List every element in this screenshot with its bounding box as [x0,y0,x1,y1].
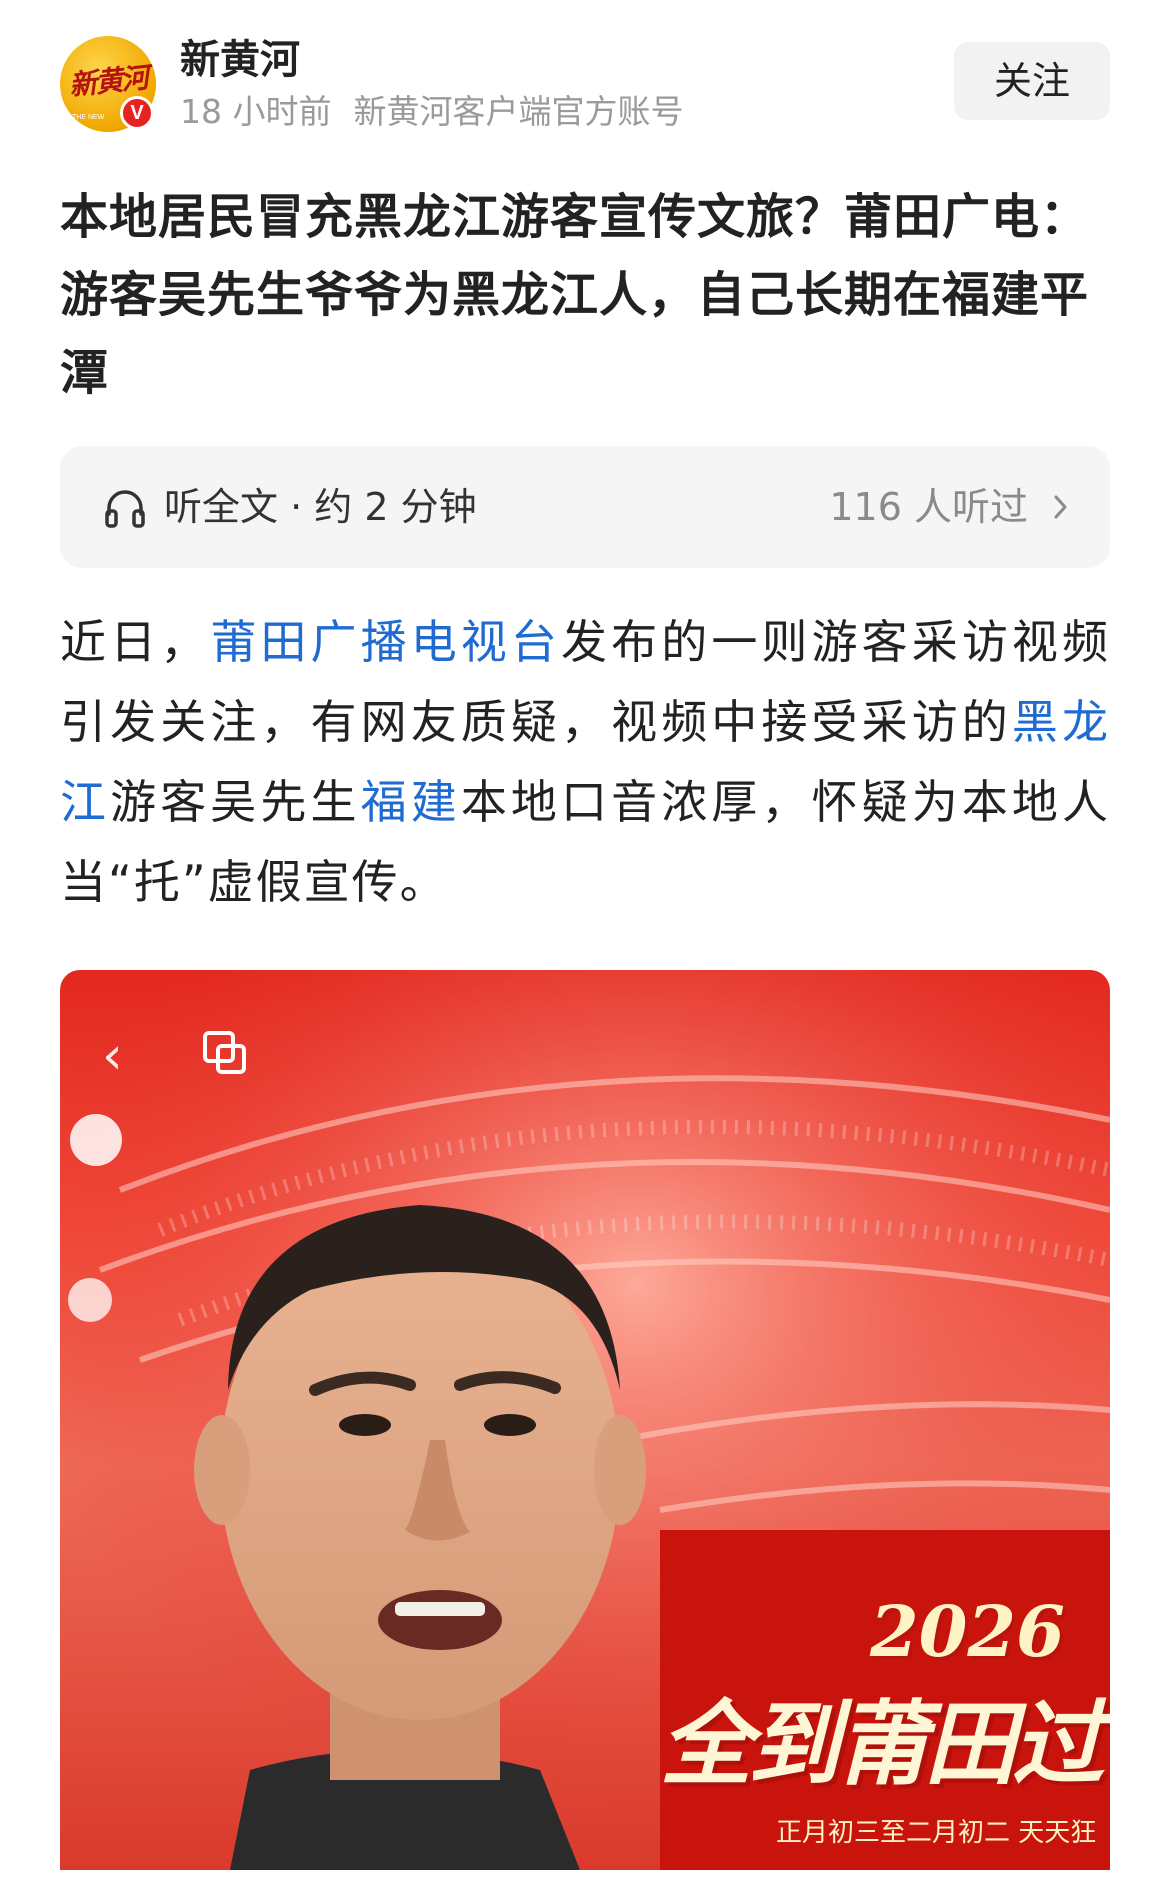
article-title: 本地居民冒充黑龙江游客宣传文旅？莆田广电：游客吴先生爷爷为黑龙江人，自己长期在福… [60,189,1090,401]
body-text: 游客吴先生 [110,775,361,829]
verified-badge-icon: V [120,96,154,130]
listen-full-text-bar[interactable]: 听全文 · 约 2 分钟 116 人听过 [60,446,1110,568]
chevron-left-icon: ‹ [102,1026,123,1086]
banner-dates: 正月初三至二月初二 天天狂 [776,1818,1097,1848]
chevron-right-icon [1054,495,1067,519]
link-fujian[interactable]: 福建 [361,775,461,829]
link-putian-tv[interactable]: 莆田广播电视台 [210,615,561,669]
avatar-sub-text: THE NEW [72,114,105,121]
follow-button[interactable]: 关注 [954,42,1110,120]
account-description: 新黄河客户端官方账号 [353,92,684,131]
share-window-icon [203,1031,246,1074]
author-name[interactable]: 新黄河 [180,34,300,86]
article-header: 新黄河 THE NEW V 新黄河 18 小时前 新黄河客户端官方账号 关注 [60,34,1110,134]
article-photo[interactable]: ‹ 2026 全到莆田过 正月初三至二月初二 天天狂 [60,970,1110,1870]
article-body: 近日，莆田广播电视台发布的一则游客采访视频引发关注，有网友质疑，视频中接受采访的… [60,602,1110,922]
audio-label: 听全文 · 约 2 分钟 [164,485,477,529]
banner-title: 全到莆田过 [660,1690,1104,1798]
body-text: 近日， [60,615,211,669]
banner-year: 2026 [870,1590,1065,1673]
author-meta: 18 小时前 新黄河客户端官方账号 [180,90,683,134]
listener-count: 116 人听过 [829,485,1028,529]
headphones-icon [105,490,145,528]
post-time: 18 小时前 [180,92,332,131]
